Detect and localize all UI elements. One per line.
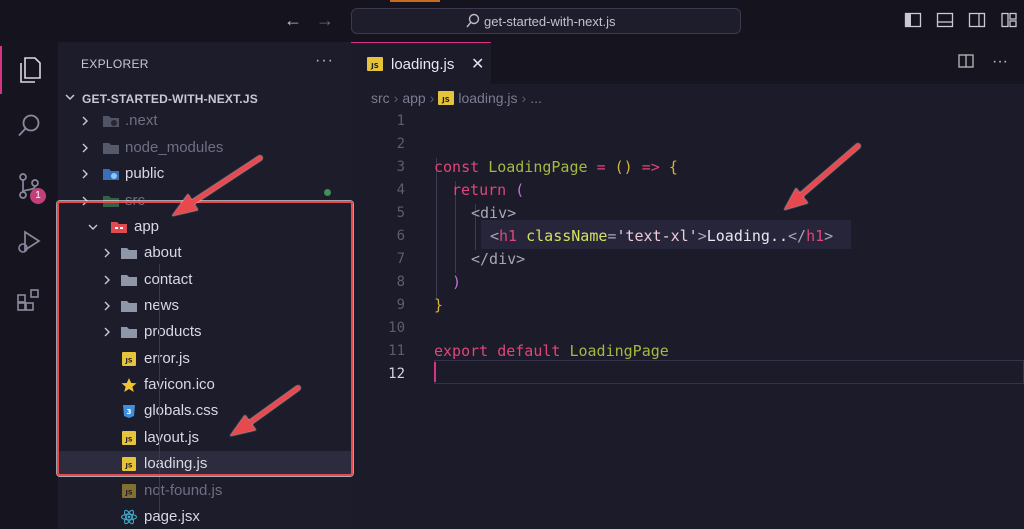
chevron-right-icon	[82, 169, 88, 179]
extensions-icon	[17, 289, 39, 311]
svg-text:JS: JS	[124, 489, 132, 497]
more-actions-icon[interactable]: ···	[992, 53, 1008, 71]
more-actions-icon[interactable]: ···	[315, 52, 334, 70]
code-line-7: </div>	[471, 250, 526, 268]
line-number: 7	[396, 251, 405, 267]
tab-bar: JS loading.js ✕ ···	[351, 42, 1024, 84]
toggle-primary-sidebar-icon[interactable]	[904, 11, 922, 29]
code-line-6: <h1 className='text-xl'>Loading..</h1>	[490, 227, 834, 245]
search-label: get-started-with-next.js	[484, 14, 616, 29]
line-number: 12	[388, 366, 405, 382]
chevron-right-icon: ›	[521, 90, 527, 106]
toggle-panel-icon[interactable]	[936, 11, 954, 29]
tab-loading-js[interactable]: JS loading.js ✕	[351, 42, 491, 84]
highlight-box	[57, 201, 353, 476]
chevron-right-icon	[82, 143, 88, 153]
search-icon	[466, 13, 480, 28]
command-center-search[interactable]: get-started-with-next.js	[351, 8, 741, 34]
line-number: 11	[388, 343, 405, 359]
breadcrumb-src[interactable]: src	[371, 90, 390, 106]
tree-item-label: page.jsx	[144, 508, 200, 525]
js-file-icon: JS	[367, 57, 383, 71]
code-line-9: }	[434, 296, 444, 314]
folder-icon	[103, 143, 119, 154]
editor-actions: ···	[958, 53, 1008, 71]
line-number: 5	[396, 205, 405, 221]
breadcrumb: src › app › JS loading.js › ...	[371, 90, 542, 106]
tab-label: loading.js	[391, 56, 455, 73]
code-line-11: export default LoadingPage	[434, 342, 669, 360]
title-accent-line	[390, 0, 440, 2]
line-number: 1	[396, 113, 405, 129]
code-line-8: )	[452, 273, 462, 291]
arrow-left-icon[interactable]: ←	[284, 10, 302, 30]
code-line-3: const LoadingPage = () => {	[434, 158, 678, 176]
title-bar: ← → get-started-with-next.js	[0, 0, 1024, 42]
chevron-right-icon: ›	[429, 90, 435, 106]
text-cursor	[434, 362, 436, 382]
tree-item-page-jsx[interactable]: page.jsx	[58, 504, 351, 529]
react-icon	[120, 509, 138, 525]
chevron-down-icon	[65, 94, 75, 101]
code-line-5: <div>	[471, 204, 517, 222]
js-file-icon: JS	[122, 484, 136, 498]
breadcrumb-symbol[interactable]: ...	[530, 90, 542, 106]
tree-item-public[interactable]: public	[58, 161, 351, 187]
activity-bar: 1	[0, 42, 58, 529]
split-editor-icon[interactable]	[958, 53, 974, 69]
breadcrumb-file[interactable]: loading.js	[458, 90, 517, 106]
vscode-window: ← → get-started-with-next.js 1 EXPLORER …	[0, 0, 1024, 529]
chevron-right-icon	[82, 116, 88, 126]
tree-item-label: public	[125, 165, 165, 182]
chevron-right-icon: ›	[393, 90, 399, 106]
tree-item-label: .next	[125, 112, 158, 129]
run-debug-icon	[18, 230, 41, 253]
line-number: 6	[396, 228, 405, 244]
toggle-secondary-sidebar-icon[interactable]	[968, 11, 986, 29]
search-activity[interactable]	[0, 102, 58, 150]
project-root[interactable]: GET-STARTED-WITH-NEXT.JS	[58, 88, 351, 110]
line-number: 8	[396, 274, 405, 290]
explorer-title: EXPLORER	[81, 57, 149, 71]
close-icon[interactable]: ✕	[471, 54, 484, 74]
breadcrumb-app[interactable]: app	[402, 90, 425, 106]
git-status-dot	[324, 189, 331, 196]
svg-text:JS: JS	[442, 96, 451, 104]
explorer-activity[interactable]	[0, 46, 58, 94]
project-name: GET-STARTED-WITH-NEXT.JS	[82, 92, 258, 106]
line-number: 3	[396, 159, 405, 175]
folder-next-icon	[103, 116, 119, 127]
line-number: 10	[388, 320, 405, 336]
files-icon	[20, 57, 41, 83]
extensions-activity[interactable]	[0, 276, 58, 324]
layout-controls	[904, 11, 1018, 29]
tree-item-not-found-js[interactable]: JS not-found.js	[58, 478, 351, 504]
code-view[interactable]: const LoadingPage = () => { return ( <di…	[434, 110, 833, 360]
tree-item-node-modules[interactable]: node_modules	[58, 135, 351, 161]
line-number: 4	[396, 182, 405, 198]
tree-item-label: not-found.js	[144, 482, 223, 499]
source-control-activity[interactable]	[0, 162, 58, 210]
line-number: 9	[396, 297, 405, 313]
search-icon	[18, 114, 40, 137]
run-debug-activity[interactable]	[0, 218, 58, 266]
code-line-4: return (	[452, 181, 525, 199]
js-file-icon: JS	[438, 91, 455, 105]
svg-text:JS: JS	[370, 62, 379, 70]
folder-public-icon	[103, 169, 119, 180]
scm-badge: 1	[30, 188, 46, 204]
editor-area: JS loading.js ✕ ··· src › app › JS loadi…	[351, 42, 1024, 529]
customize-layout-icon[interactable]	[1000, 11, 1018, 29]
arrow-right-icon[interactable]: →	[316, 10, 334, 30]
tree-item-next[interactable]: .next	[58, 108, 351, 134]
current-line-highlight	[434, 360, 1024, 384]
tree-item-label: node_modules	[125, 139, 224, 156]
line-number: 2	[396, 136, 405, 152]
